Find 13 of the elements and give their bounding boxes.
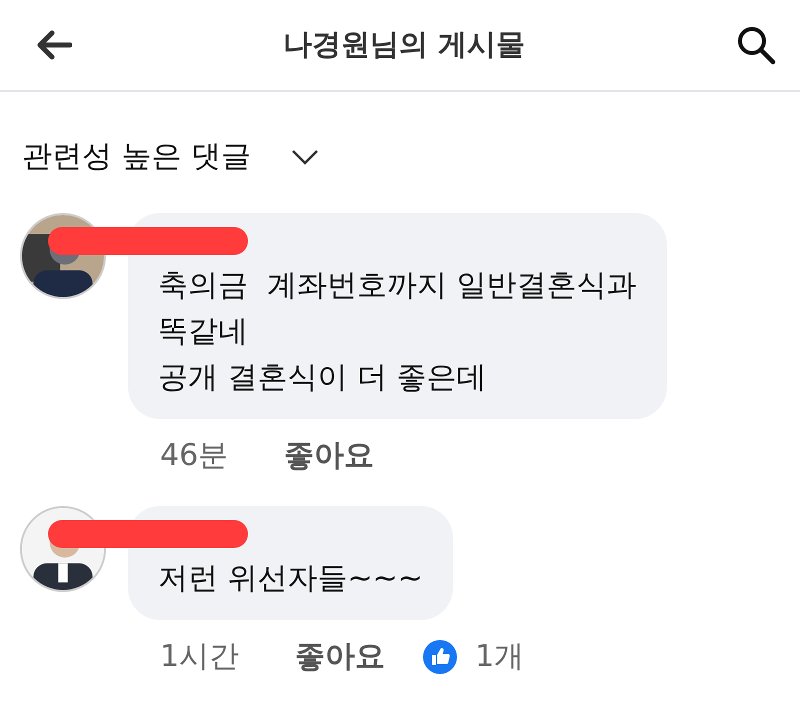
comment-time: 46분 [160,437,228,475]
thumbs-up-icon [423,640,458,674]
comment-text: 축의금 계좌번호까지 일반결혼식과 똑같네 공개 결혼식이 더 좋은데 [158,267,637,397]
comment-time: 1시간 [160,638,240,676]
page-title: 나경원님의 게시물 [282,26,526,63]
back-arrow-icon[interactable] [36,30,72,60]
like-link[interactable]: 좋아요 [284,435,374,476]
chevron-down-icon[interactable] [291,148,320,164]
comment-text: 저런 위선자들~~~ [158,560,423,598]
reaction-count: 1개 [475,638,524,676]
sort-label[interactable]: 관련성 높은 댓글 [22,136,252,177]
like-link[interactable]: 좋아요 [295,636,386,677]
search-icon[interactable] [736,25,776,65]
